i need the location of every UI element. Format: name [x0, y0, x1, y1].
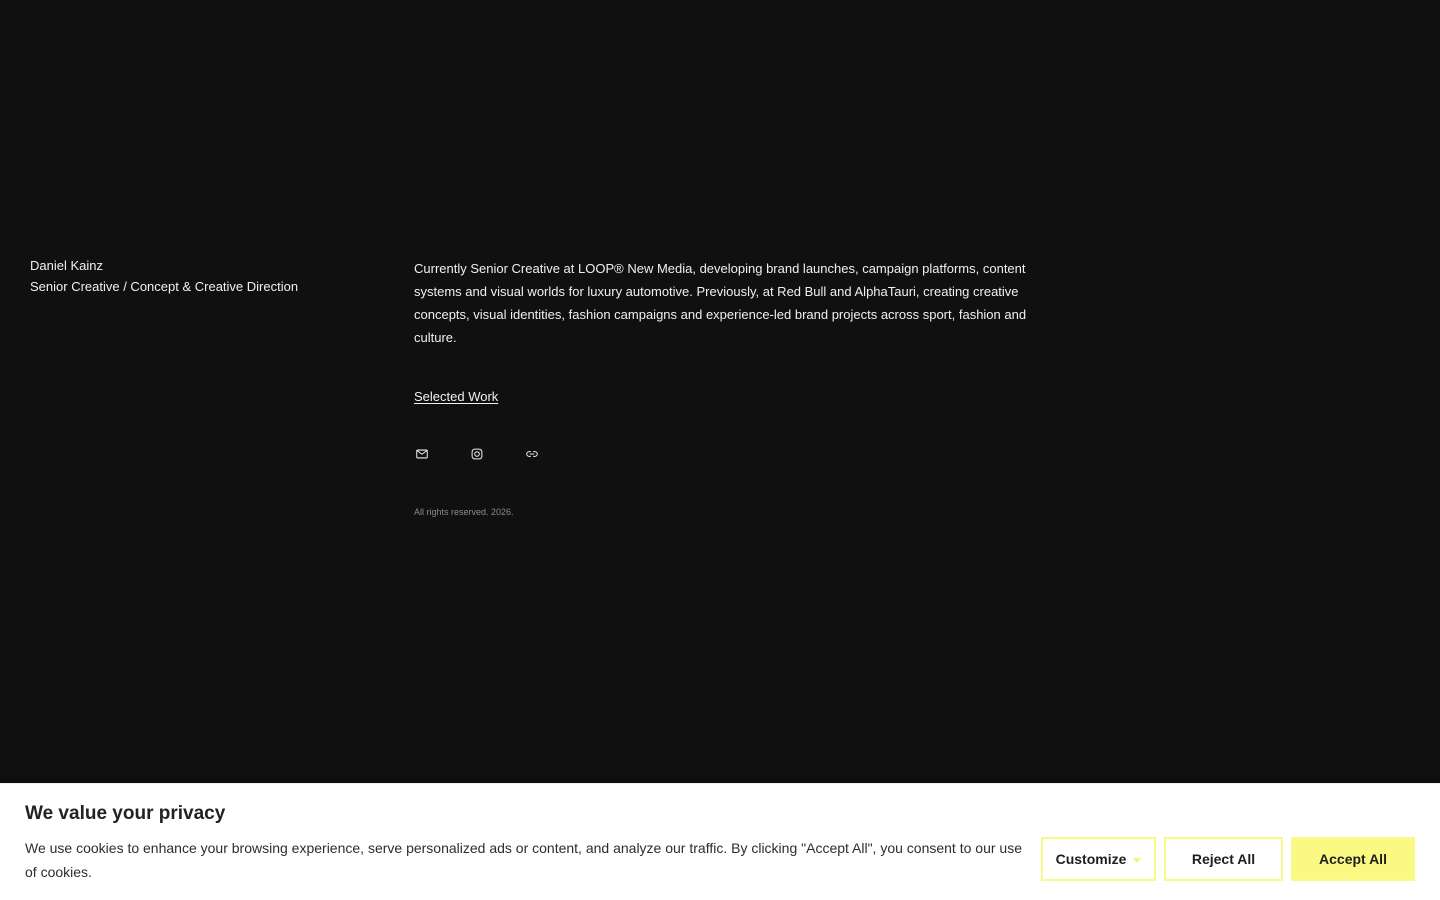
- copyright-text: All rights reserved. 2026.: [414, 507, 514, 517]
- customize-label: Customize: [1055, 851, 1127, 867]
- link-icon[interactable]: [524, 446, 539, 461]
- accept-all-button[interactable]: Accept All: [1291, 837, 1415, 881]
- social-links: [414, 446, 1034, 461]
- cookie-description: We use cookies to enhance your browsing …: [25, 840, 1022, 880]
- cookie-actions: Customize Reject All Accept All: [1041, 837, 1415, 881]
- mail-icon[interactable]: [414, 446, 429, 461]
- identity-block: Daniel Kainz Senior Creative / Concept &…: [30, 255, 298, 297]
- chevron-down-icon: [1133, 857, 1142, 863]
- reject-all-button[interactable]: Reject All: [1164, 837, 1283, 881]
- person-name: Daniel Kainz: [30, 258, 103, 273]
- selected-work-link[interactable]: Selected Work: [414, 388, 498, 406]
- portfolio-page: Daniel Kainz Senior Creative / Concept &…: [0, 0, 1440, 900]
- instagram-icon[interactable]: [469, 446, 484, 461]
- main-content: Currently Senior Creative at LOOP® New M…: [414, 257, 1034, 518]
- person-role: Senior Creative / Concept & Creative Dir…: [30, 279, 299, 294]
- bio-text: Currently Senior Creative at LOOP® New M…: [414, 261, 1027, 345]
- cookie-consent-banner: We value your privacy We use cookies to …: [0, 783, 1440, 900]
- customize-button[interactable]: Customize: [1041, 837, 1156, 881]
- cookie-title: We value your privacy: [25, 803, 226, 824]
